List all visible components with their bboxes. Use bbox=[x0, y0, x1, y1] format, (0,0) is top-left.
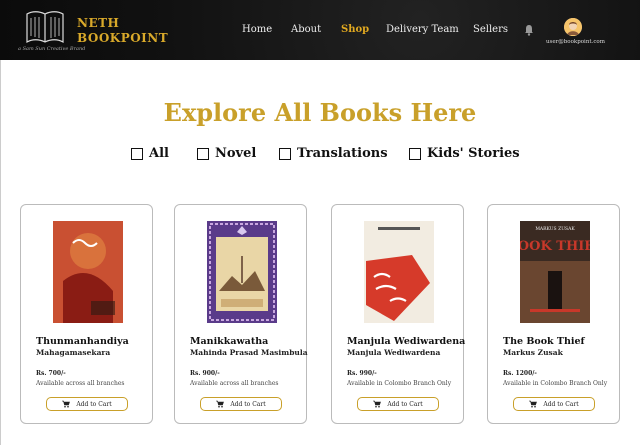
book-card[interactable]: MARKUS ZUSAK BOOK THIEF The Book Thief M… bbox=[487, 204, 620, 424]
brand-name[interactable]: NETH BOOKPOINT bbox=[77, 16, 168, 46]
add-to-cart-button[interactable]: Add to Cart bbox=[46, 397, 128, 411]
book-availability: Available across all branches bbox=[36, 380, 125, 387]
brand-name-line1: NETH bbox=[77, 16, 120, 30]
cover-title-text: BOOK THIEF bbox=[520, 239, 590, 254]
checkbox-translations[interactable] bbox=[279, 147, 291, 160]
book-availability: Available in Colombo Branch Only bbox=[503, 380, 608, 387]
filter-translations[interactable]: Translations bbox=[279, 146, 388, 161]
nav-about[interactable]: About bbox=[291, 24, 321, 35]
cover-author-text: MARKUS ZUSAK bbox=[535, 226, 575, 232]
filter-translations-label: Translations bbox=[297, 146, 388, 161]
book-price: Rs. 1200/- bbox=[503, 370, 537, 377]
book-card[interactable]: Manjula Wediwardena Manjula Wediwardena … bbox=[331, 204, 465, 424]
add-to-cart-label: Add to Cart bbox=[230, 400, 266, 408]
book-title[interactable]: The Book Thief bbox=[503, 336, 585, 347]
brand-name-line2: BOOKPOINT bbox=[77, 31, 169, 45]
filter-kids-stories[interactable]: Kids' Stories bbox=[409, 146, 520, 161]
book-author: Mahinda Prasad Masimbula bbox=[190, 348, 308, 357]
nav-delivery-team[interactable]: Delivery Team bbox=[386, 24, 459, 35]
cart-icon bbox=[373, 400, 382, 408]
filter-all-label: All bbox=[149, 146, 169, 161]
nav-home[interactable]: Home bbox=[242, 24, 272, 35]
add-to-cart-button[interactable]: Add to Cart bbox=[357, 397, 439, 411]
top-navigation-bar: a Sam Sun Creative Brand NETH BOOKPOINT … bbox=[0, 0, 640, 60]
book-price: Rs. 990/- bbox=[347, 370, 377, 377]
filter-novel-label: Novel bbox=[215, 146, 257, 161]
book-title[interactable]: Manjula Wediwardena bbox=[347, 336, 465, 347]
filter-all[interactable]: All bbox=[131, 146, 169, 161]
book-cover-image[interactable] bbox=[364, 221, 434, 323]
book-title[interactable]: Thunmanhandiya bbox=[36, 336, 129, 347]
cart-icon bbox=[529, 400, 538, 408]
nav-shop[interactable]: Shop bbox=[341, 24, 369, 35]
user-email: user@bookpoint.com bbox=[546, 39, 605, 45]
book-cover-image[interactable]: MARKUS ZUSAK BOOK THIEF bbox=[520, 221, 590, 323]
avatar-face-icon bbox=[564, 18, 582, 36]
book-cover-image[interactable] bbox=[207, 221, 277, 323]
book-price: Rs. 700/- bbox=[36, 370, 66, 377]
add-to-cart-button[interactable]: Add to Cart bbox=[513, 397, 595, 411]
add-to-cart-label: Add to Cart bbox=[543, 400, 579, 408]
book-card[interactable]: Thunmanhandiya Mahagamasekara Rs. 700/- … bbox=[20, 204, 153, 424]
book-price: Rs. 900/- bbox=[190, 370, 220, 377]
page-title: Explore All Books Here bbox=[163, 98, 477, 127]
book-title[interactable]: Manikkawatha bbox=[190, 336, 268, 347]
add-to-cart-button[interactable]: Add to Cart bbox=[200, 397, 282, 411]
add-to-cart-label: Add to Cart bbox=[387, 400, 423, 408]
cart-icon bbox=[216, 400, 225, 408]
filter-novel[interactable]: Novel bbox=[197, 146, 256, 161]
cart-icon bbox=[62, 400, 71, 408]
checkbox-novel[interactable] bbox=[197, 147, 209, 160]
nav-sellers[interactable]: Sellers bbox=[473, 24, 508, 35]
checkbox-kids-stories[interactable] bbox=[409, 147, 421, 160]
add-to-cart-label: Add to Cart bbox=[76, 400, 112, 408]
book-cover-image[interactable] bbox=[53, 221, 123, 323]
book-author: Mahagamasekara bbox=[36, 348, 111, 357]
notification-bell-icon[interactable] bbox=[524, 24, 534, 36]
book-availability: Available across all branches bbox=[190, 380, 279, 387]
book-logo-icon[interactable] bbox=[24, 8, 66, 46]
book-author: Manjula Wediwardena bbox=[347, 348, 441, 357]
book-card[interactable]: Manikkawatha Mahinda Prasad Masimbula Rs… bbox=[174, 204, 308, 424]
brand-tagline: a Sam Sun Creative Brand bbox=[18, 46, 86, 52]
book-author: Markus Zusak bbox=[503, 348, 563, 357]
filter-kids-stories-label: Kids' Stories bbox=[427, 146, 520, 161]
checkbox-all[interactable] bbox=[131, 147, 143, 160]
user-avatar[interactable] bbox=[564, 18, 582, 36]
book-availability: Available in Colombo Branch Only bbox=[347, 380, 452, 387]
